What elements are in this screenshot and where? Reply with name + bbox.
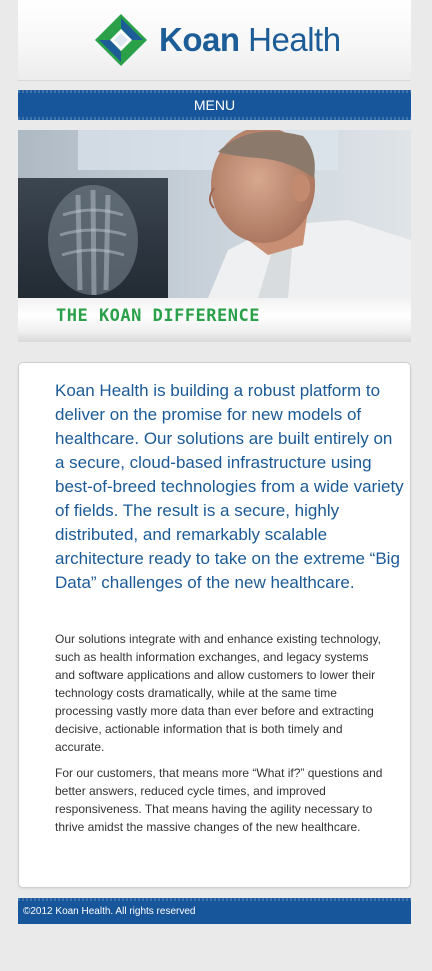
hero-banner: THE KOAN DIFFERENCE [18, 130, 411, 342]
content-card: Koan Health is building a robust platfor… [18, 362, 411, 888]
menu-button[interactable]: MENU [18, 90, 411, 120]
hero-caption: THE KOAN DIFFERENCE [56, 306, 260, 326]
site-logo[interactable]: Koan Health [93, 12, 341, 68]
brand-name: Koan Health [159, 12, 341, 68]
site-footer: ©2012 Koan Health. All rights reserved [18, 898, 411, 924]
koan-diamond-logo-icon [95, 14, 147, 66]
brand-name-bold: Koan [159, 21, 240, 58]
hero-caption-band: THE KOAN DIFFERENCE [18, 298, 411, 342]
hero-image [18, 130, 411, 298]
copyright-text: ©2012 Koan Health. All rights reserved [23, 906, 196, 917]
brand-name-light: Health [248, 21, 341, 58]
lead-paragraph: Koan Health is building a robust platfor… [55, 381, 404, 592]
body-paragraph-1: Our solutions integrate with and enhance… [55, 632, 381, 754]
site-header: Koan Health [18, 0, 411, 81]
body-paragraph-2: For our customers, that means more “What… [55, 766, 383, 834]
